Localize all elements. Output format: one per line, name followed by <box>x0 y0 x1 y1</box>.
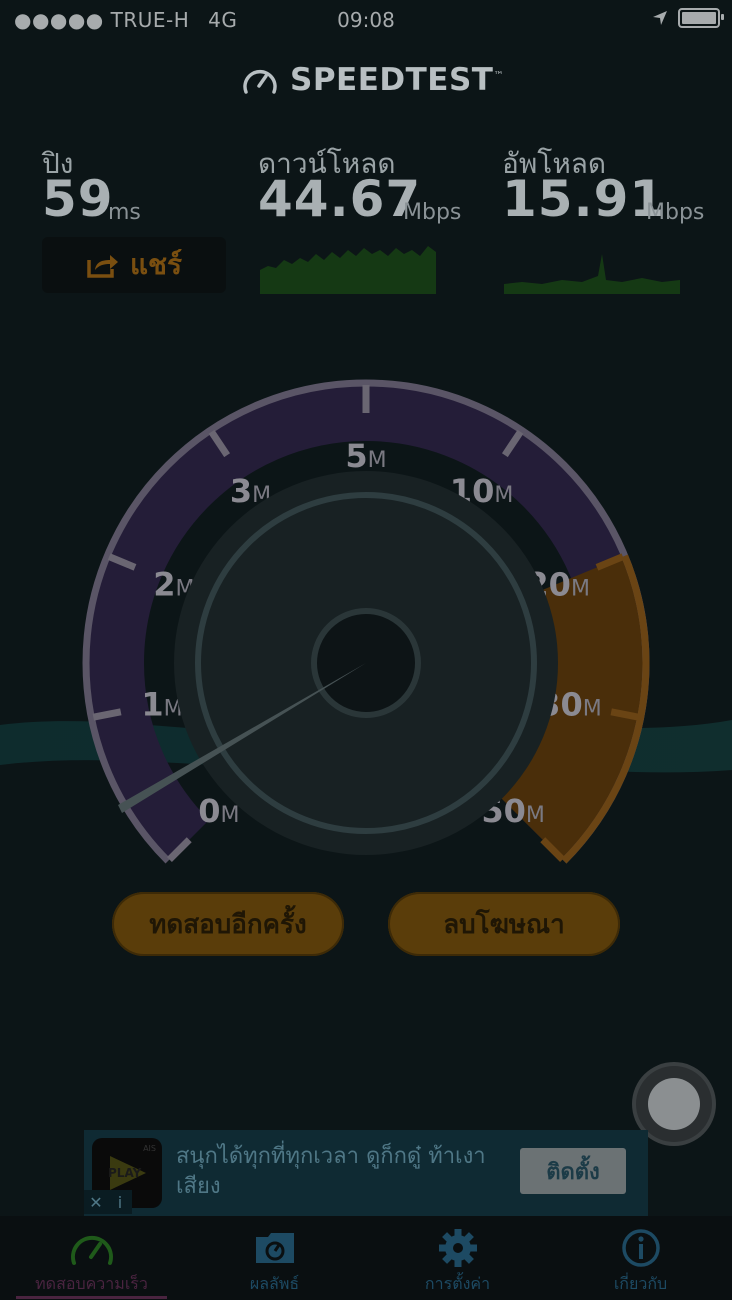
upload-unit: Mbps <box>646 200 705 225</box>
ad-info-icon[interactable]: i <box>108 1190 132 1214</box>
speedometer-logo-icon <box>243 69 277 94</box>
tab-active-indicator <box>16 1296 167 1299</box>
upload-graph <box>504 254 680 294</box>
tab-settings-label: การตั้งค่า <box>424 1274 491 1293</box>
retest-label: ทดสอบอีกครั้ง <box>149 909 307 940</box>
speedometer-icon <box>69 1228 115 1268</box>
status-right-area <box>652 8 724 28</box>
share-icon <box>87 255 118 278</box>
download-value: 44.67 <box>258 170 422 228</box>
ad-banner[interactable]: AIS PLAY สนุกได้ทุกที่ทุกเวลา ดูก็กดู๋ ท… <box>84 1130 648 1216</box>
share-label: แชร์ <box>129 248 183 281</box>
ad-logo-text: PLAY <box>108 1166 142 1180</box>
remove-ads-label: ลบโฆษณา <box>443 909 565 940</box>
share-button[interactable]: แชร์ <box>42 237 226 293</box>
ad-controls: ✕ i <box>84 1190 132 1214</box>
ad-install-button[interactable]: ติดตั้ง <box>520 1148 626 1194</box>
gear-icon <box>438 1228 478 1268</box>
tab-speedtest-label: ทดสอบความเร็ว <box>35 1274 148 1293</box>
results-icon <box>252 1228 298 1268</box>
app-title: SPEEDTEST™ <box>290 62 504 98</box>
app-logo: SPEEDTEST™ <box>240 62 504 98</box>
upload-value: 15.91 <box>502 170 666 228</box>
location-arrow-icon <box>653 11 667 25</box>
info-icon <box>621 1228 661 1268</box>
tab-results-label: ผลลัพธ์ <box>249 1274 300 1293</box>
tab-results[interactable]: ผลลัพธ์ <box>183 1216 366 1300</box>
tab-bar: ทดสอบความเร็ว ผลลัพธ์ การตั้งค่า เกี่ยวก… <box>0 1216 732 1300</box>
ping-value: 59 <box>42 170 114 228</box>
status-time: 09:08 <box>337 8 395 32</box>
ad-close-icon[interactable]: ✕ <box>84 1190 108 1214</box>
ad-text: สนุกได้ทุกที่ทุกเวลา ดูก็กดู๋ ท้าเงาเสีย… <box>176 1144 486 1199</box>
tab-about-label: เกี่ยวกับ <box>613 1274 668 1293</box>
tab-about[interactable]: เกี่ยวกับ <box>549 1216 732 1300</box>
ad-logo-brand: AIS <box>143 1144 156 1153</box>
ping-unit: ms <box>108 200 141 225</box>
download-graph <box>260 246 436 294</box>
ad-install-label: ติดตั้ง <box>546 1159 600 1185</box>
gauge-label-5: 5M <box>345 437 386 475</box>
download-unit: Mbps <box>403 200 462 225</box>
tab-settings[interactable]: การตั้งค่า <box>366 1216 549 1300</box>
retest-button[interactable]: ทดสอบอีกครั้ง <box>112 892 344 956</box>
battery-icon <box>678 8 724 28</box>
tab-speedtest[interactable]: ทดสอบความเร็ว <box>0 1216 183 1300</box>
speed-gauge: 0M1M2M3M5M10M20M30M50M <box>0 379 732 864</box>
remove-ads-button[interactable]: ลบโฆษณา <box>388 892 620 956</box>
status-bar: ●●●●● TRUE-H 4G 09:08 <box>0 0 732 38</box>
